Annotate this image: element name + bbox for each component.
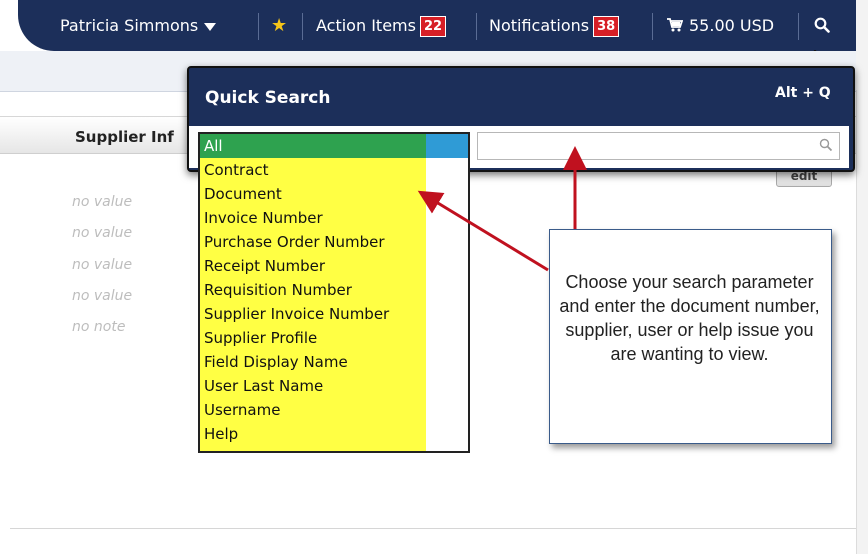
quick-search-field[interactable] bbox=[477, 132, 840, 160]
chevron-down-icon bbox=[204, 22, 217, 31]
nav-divider bbox=[476, 13, 477, 40]
field-note: no note bbox=[72, 319, 126, 335]
user-name: Patricia Simmons bbox=[60, 16, 199, 35]
dropdown-option-field-display-name[interactable]: Field Display Name bbox=[200, 350, 426, 374]
cart-icon bbox=[667, 18, 684, 32]
dropdown-option-user-last-name[interactable]: User Last Name bbox=[200, 374, 426, 398]
cart-amount: 55.00 USD bbox=[689, 16, 775, 35]
dropdown-option-contract[interactable]: Contract bbox=[200, 158, 426, 182]
dropdown-option-help[interactable]: Help bbox=[200, 422, 426, 451]
action-items-badge: 22 bbox=[419, 16, 447, 37]
field-value: no value bbox=[72, 194, 133, 210]
action-items-label: Action Items bbox=[316, 16, 416, 35]
search-type-dropdown[interactable]: All Contract Document Invoice Number Pur… bbox=[198, 132, 470, 453]
star-icon: ★ bbox=[271, 15, 288, 36]
field-value: no value bbox=[72, 288, 133, 304]
action-items-link[interactable]: Action Items 22 bbox=[316, 0, 447, 51]
field-value: no value bbox=[72, 257, 133, 273]
selected-highlight bbox=[426, 134, 468, 158]
notifications-label: Notifications bbox=[489, 16, 590, 35]
search-button[interactable] bbox=[814, 0, 830, 51]
dropdown-option-document[interactable]: Document bbox=[200, 182, 426, 206]
section-title: Supplier Inf bbox=[75, 128, 174, 146]
nav-divider bbox=[652, 13, 653, 40]
notifications-badge: 38 bbox=[593, 16, 620, 37]
dropdown-option-all[interactable]: All bbox=[200, 134, 468, 158]
dropdown-option-invoice-number[interactable]: Invoice Number bbox=[200, 206, 426, 230]
user-menu[interactable]: Patricia Simmons bbox=[60, 0, 217, 51]
option-label: All bbox=[204, 137, 223, 155]
callout-text: Choose your search parameter and enter t… bbox=[559, 272, 820, 364]
top-nav-bar: Patricia Simmons ★ Action Items 22 Notifi… bbox=[18, 0, 856, 51]
nav-divider bbox=[258, 13, 259, 40]
divider bbox=[10, 528, 856, 529]
dropdown-option-requisition-number[interactable]: Requisition Number bbox=[200, 278, 426, 302]
quick-search-shortcut: Alt + Q bbox=[775, 85, 831, 101]
nav-divider bbox=[798, 13, 799, 40]
dropdown-option-supplier-profile[interactable]: Supplier Profile bbox=[200, 326, 426, 350]
search-icon[interactable] bbox=[819, 138, 833, 152]
page-scroll-edge bbox=[856, 0, 868, 554]
quick-search-title: Quick Search bbox=[205, 88, 331, 108]
dropdown-option-supplier-invoice-number[interactable]: Supplier Invoice Number bbox=[200, 302, 426, 326]
field-value: no value bbox=[72, 225, 133, 241]
quick-search-input[interactable] bbox=[478, 133, 806, 157]
search-icon bbox=[814, 17, 830, 33]
nav-divider bbox=[302, 13, 303, 40]
dropdown-option-receipt-number[interactable]: Receipt Number bbox=[200, 254, 426, 278]
dropdown-option-purchase-order-number[interactable]: Purchase Order Number bbox=[200, 230, 426, 254]
favorites-button[interactable]: ★ bbox=[271, 0, 287, 51]
notifications-link[interactable]: Notifications 38 bbox=[489, 0, 620, 51]
cart-link[interactable]: 55.00 USD bbox=[667, 0, 774, 51]
dropdown-option-username[interactable]: Username bbox=[200, 398, 426, 422]
